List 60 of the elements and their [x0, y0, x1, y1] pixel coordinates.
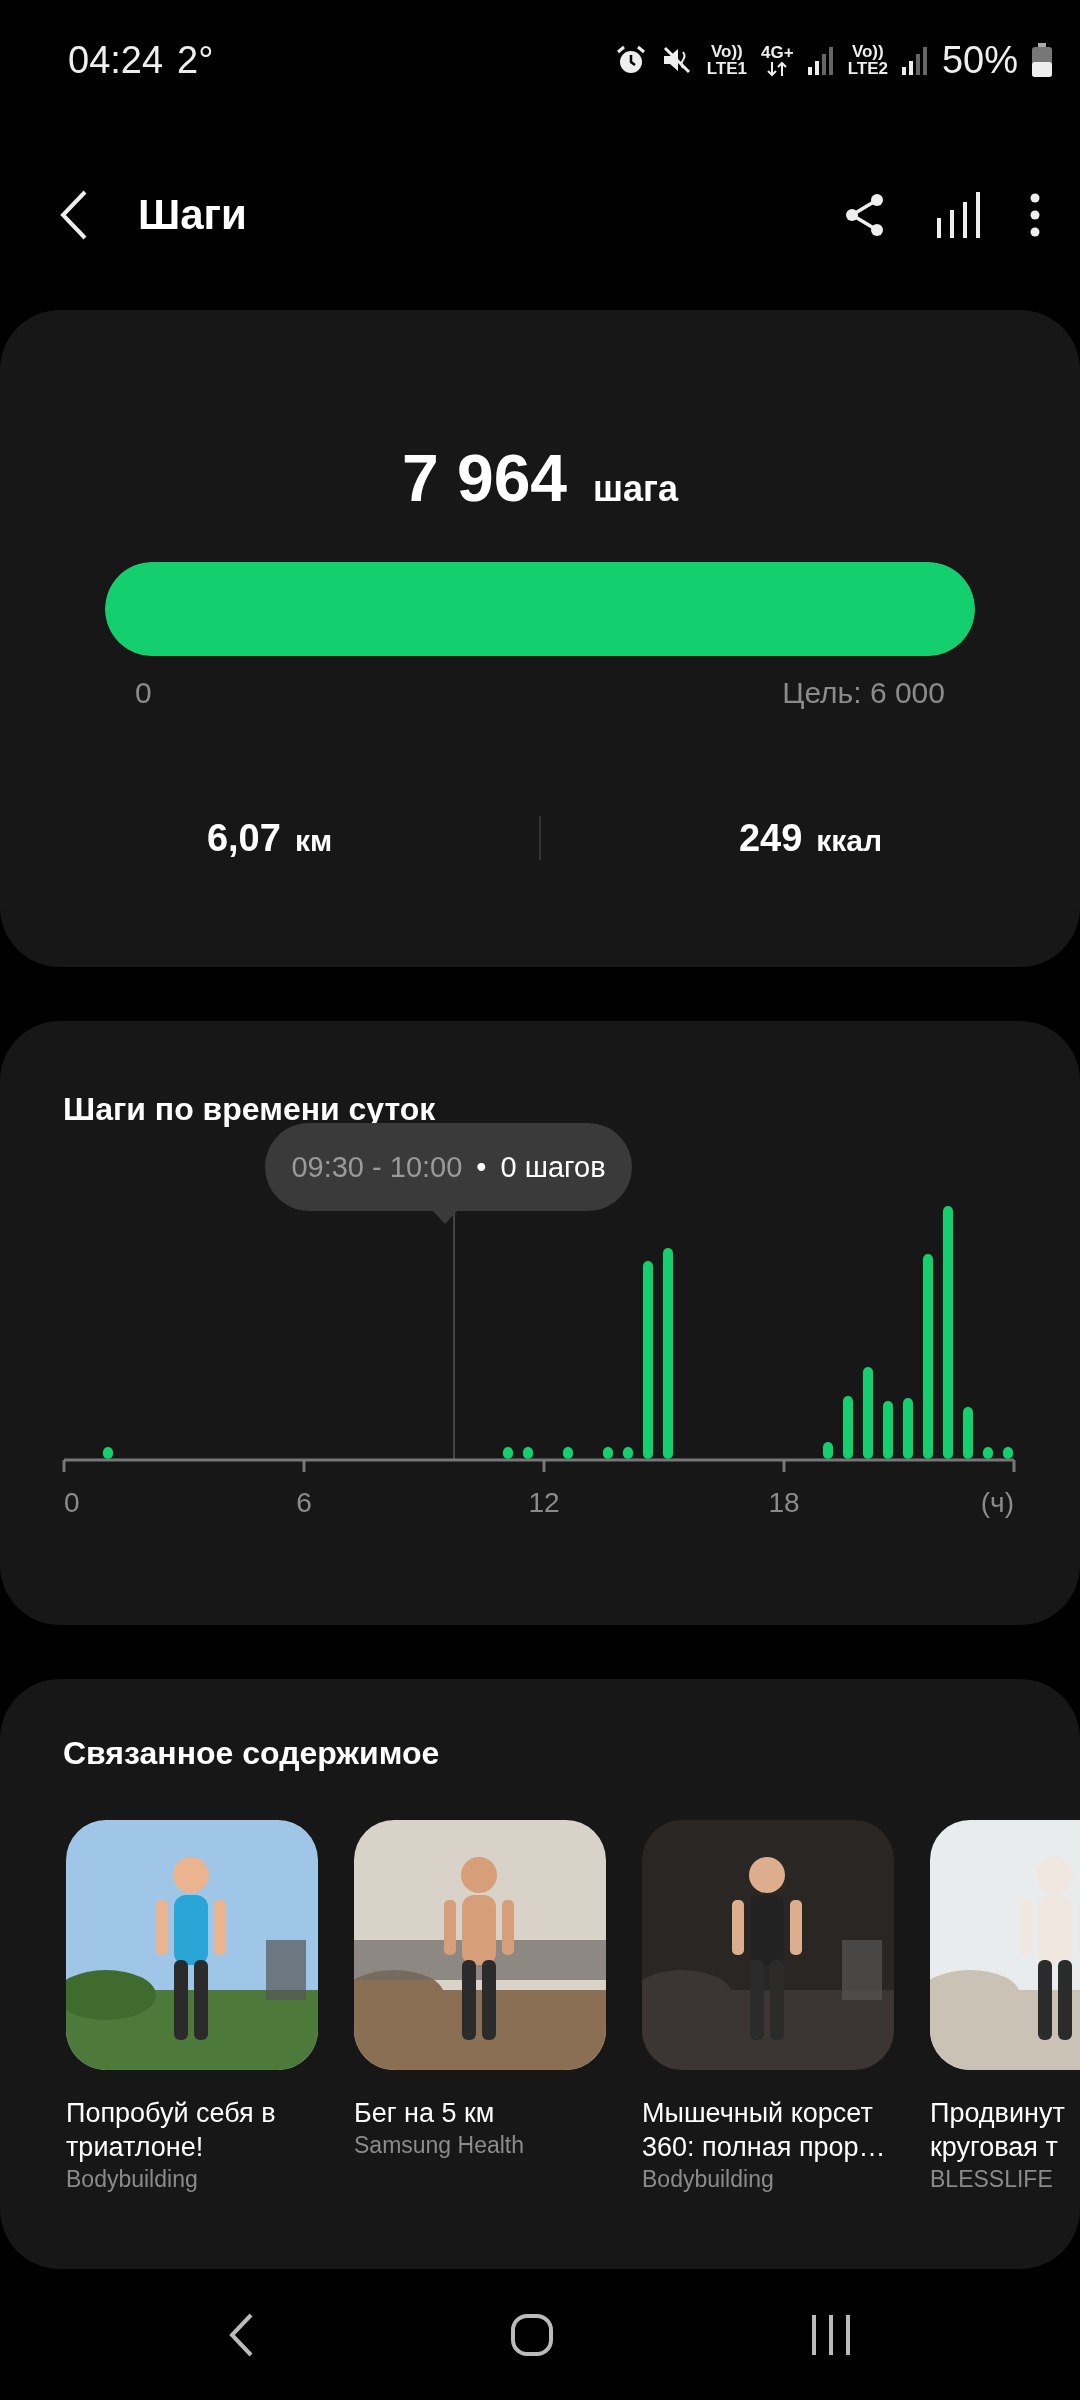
scale-min: 0 — [135, 676, 152, 710]
bar — [623, 1447, 633, 1459]
bar — [103, 1447, 113, 1459]
temperature: 2° — [177, 38, 214, 82]
recents-button[interactable] — [811, 2314, 851, 2355]
clock: 04:24 — [68, 38, 164, 82]
network-label: LTE1 — [706, 60, 747, 77]
tick-label: (ч) — [980, 1487, 1014, 1518]
step-count: 7 964 — [401, 440, 568, 516]
distance-value: 6,07 — [206, 816, 281, 860]
network-label: LTE2 — [847, 60, 888, 77]
tooltip-value: 0 шагов — [500, 1150, 606, 1184]
volte-label: Vo)) — [710, 43, 743, 60]
bar — [523, 1447, 533, 1459]
bar — [843, 1396, 853, 1459]
tick-label: 18 — [768, 1487, 800, 1518]
battery-icon — [1032, 43, 1052, 77]
bar — [963, 1407, 973, 1459]
card-title: Связанное содержимое — [62, 1734, 441, 1772]
data-arrows-icon — [767, 60, 788, 77]
article-source: Bodybuilding — [642, 2166, 775, 2193]
article-title[interactable]: Бег на 5 км — [354, 2096, 495, 2130]
article-source: Samsung Health — [354, 2132, 526, 2159]
chart-button[interactable] — [936, 192, 980, 238]
volte-label: Vo)) — [851, 43, 884, 60]
step-unit: шага — [593, 468, 679, 510]
bar — [1003, 1447, 1013, 1459]
share-button[interactable] — [844, 192, 886, 238]
signal-icon — [901, 45, 928, 75]
page-title: Шаги — [138, 191, 247, 239]
distance-unit: км — [294, 823, 333, 858]
tick-label: 12 — [528, 1487, 560, 1518]
signal-icon — [807, 45, 834, 75]
back-nav-button[interactable] — [229, 2312, 253, 2357]
article-title[interactable]: Попробуй себя в триатлоне! — [66, 2096, 318, 2164]
bar — [603, 1447, 613, 1459]
tick-label: 6 — [296, 1487, 312, 1518]
tooltip-time: 09:30 - 10:00 — [291, 1150, 463, 1184]
home-button[interactable] — [511, 2313, 553, 2356]
more-button[interactable] — [1030, 193, 1040, 237]
bar — [563, 1447, 573, 1459]
article-source: Bodybuilding — [66, 2166, 199, 2193]
article-title[interactable]: Мышечный корсет 360: полная прор… — [642, 2096, 894, 2164]
goal-label: Цель: 6 000 — [782, 676, 945, 710]
bar — [823, 1442, 833, 1459]
bar — [503, 1447, 513, 1459]
bar — [903, 1398, 913, 1459]
data-type-label: 4G+ — [761, 43, 794, 61]
bar — [983, 1447, 993, 1459]
calories-unit: ккал — [816, 823, 883, 858]
calories-value: 249 — [738, 816, 803, 860]
article-source: BLESSLIFE — [930, 2166, 1054, 2193]
bar — [883, 1401, 893, 1459]
tooltip-bullet: • — [476, 1150, 487, 1184]
card-title: Шаги по времени суток — [62, 1090, 437, 1128]
back-button[interactable] — [60, 190, 88, 240]
article-title[interactable]: Продвинут круговая т — [930, 2096, 1065, 2164]
battery-percent: 50% — [941, 38, 1018, 82]
tick-label: 0 — [64, 1487, 80, 1518]
alarm-icon — [614, 44, 647, 76]
